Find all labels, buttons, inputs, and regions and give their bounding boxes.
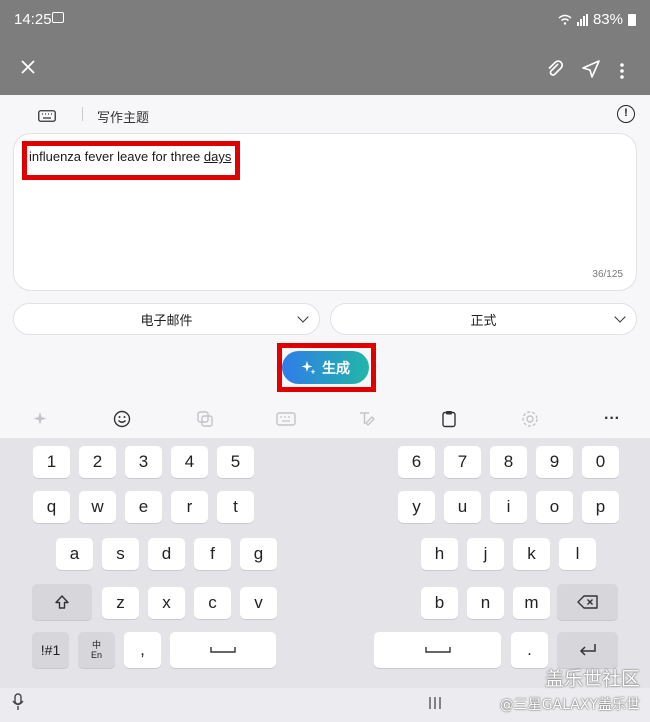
key-8[interactable]: 8	[490, 446, 527, 478]
shift-key[interactable]	[32, 584, 92, 620]
microphone-icon[interactable]	[12, 693, 24, 711]
shift-icon	[55, 595, 69, 609]
emoji-icon[interactable]	[111, 408, 133, 430]
keyboard: 12345 67890 qwert yuiop asdfg hjkl zxcv bnm !#1…	[0, 438, 650, 688]
key-y[interactable]: y	[398, 491, 435, 523]
format-select[interactable]: 电子邮件	[13, 303, 320, 335]
space-key-right[interactable]	[374, 632, 501, 668]
close-icon[interactable]	[19, 58, 37, 76]
key-o[interactable]: o	[536, 491, 573, 523]
handwriting-icon[interactable]	[356, 408, 378, 430]
recent-apps-icon[interactable]	[428, 696, 442, 710]
space-icon	[210, 647, 236, 653]
tone-select[interactable]: 正式	[330, 303, 637, 335]
key-b[interactable]: b	[421, 587, 458, 619]
key-v[interactable]: v	[240, 587, 277, 619]
battery-percent: 83%	[592, 11, 623, 28]
key-i[interactable]: i	[490, 491, 527, 523]
key-j[interactable]: j	[467, 538, 504, 570]
key-z[interactable]: z	[102, 587, 139, 619]
key-7[interactable]: 7	[444, 446, 481, 478]
clipboard-icon[interactable]	[438, 408, 460, 430]
wifi-icon	[558, 14, 572, 25]
language-key[interactable]: 中 En	[78, 632, 115, 668]
key-a[interactable]: a	[56, 538, 93, 570]
key-e[interactable]: e	[125, 491, 162, 523]
info-icon[interactable]: !	[617, 105, 635, 123]
key-u[interactable]: u	[444, 491, 481, 523]
highlight-box-generate	[277, 343, 376, 392]
key-w[interactable]: w	[79, 491, 116, 523]
enter-icon	[579, 644, 596, 656]
period-key[interactable]: .	[511, 632, 548, 668]
key-n[interactable]: n	[467, 587, 504, 619]
key-q[interactable]: q	[33, 491, 70, 523]
send-icon[interactable]	[581, 59, 601, 79]
space-icon	[424, 647, 451, 653]
header-divider	[82, 107, 83, 121]
key-5[interactable]: 5	[217, 446, 254, 478]
more-icon[interactable]: ···	[601, 408, 623, 430]
backspace-icon	[576, 595, 598, 609]
key-t[interactable]: t	[217, 491, 254, 523]
comma-key[interactable]: ,	[124, 632, 161, 668]
battery-icon	[628, 13, 636, 26]
key-d[interactable]: d	[148, 538, 185, 570]
key-p[interactable]: p	[582, 491, 619, 523]
watermark-title: 盖乐世社区	[544, 668, 640, 690]
language-key-bottom: En	[90, 650, 102, 660]
key-3[interactable]: 3	[125, 446, 162, 478]
attach-icon[interactable]	[545, 59, 565, 79]
keyboard-icon[interactable]	[275, 408, 297, 430]
keyboard-toggle-icon[interactable]	[38, 110, 56, 122]
key-l[interactable]: l	[559, 538, 596, 570]
format-select-value: 电子邮件	[140, 312, 193, 328]
status-bar: 14:25 83%	[0, 0, 650, 38]
chevron-down-icon	[297, 311, 309, 323]
watermark-handle: @三星GALAXY盖乐世	[499, 697, 640, 713]
key-g[interactable]: g	[240, 538, 277, 570]
sticker-icon[interactable]	[194, 408, 216, 430]
key-9[interactable]: 9	[536, 446, 573, 478]
key-h[interactable]: h	[421, 538, 458, 570]
settings-icon[interactable]	[519, 408, 541, 430]
ai-sparkle-icon[interactable]	[30, 408, 52, 430]
space-key-left[interactable]	[170, 632, 276, 668]
gallery-notification-icon	[52, 12, 64, 23]
highlight-box-input	[22, 141, 240, 180]
key-m[interactable]: m	[513, 587, 550, 619]
key-2[interactable]: 2	[79, 446, 116, 478]
key-f[interactable]: f	[194, 538, 231, 570]
more-options-icon[interactable]	[619, 62, 625, 80]
topic-label: 写作主题	[97, 110, 150, 125]
tone-select-value: 正式	[470, 312, 497, 328]
char-counter: 36/125	[592, 269, 623, 280]
key-1[interactable]: 1	[33, 446, 70, 478]
key-6[interactable]: 6	[398, 446, 435, 478]
key-x[interactable]: x	[148, 587, 185, 619]
symbols-key[interactable]: !#1	[32, 632, 69, 668]
enter-key[interactable]	[557, 632, 618, 668]
signal-icon	[576, 13, 588, 26]
key-s[interactable]: s	[102, 538, 139, 570]
key-c[interactable]: c	[194, 587, 231, 619]
keyboard-toolbar: ···	[0, 400, 650, 438]
chevron-down-icon	[614, 311, 626, 323]
key-4[interactable]: 4	[171, 446, 208, 478]
status-time: 14:25	[14, 11, 52, 28]
language-key-top: 中	[91, 640, 101, 650]
key-r[interactable]: r	[171, 491, 208, 523]
key-k[interactable]: k	[513, 538, 550, 570]
key-0[interactable]: 0	[582, 446, 619, 478]
backspace-key[interactable]	[557, 584, 618, 620]
